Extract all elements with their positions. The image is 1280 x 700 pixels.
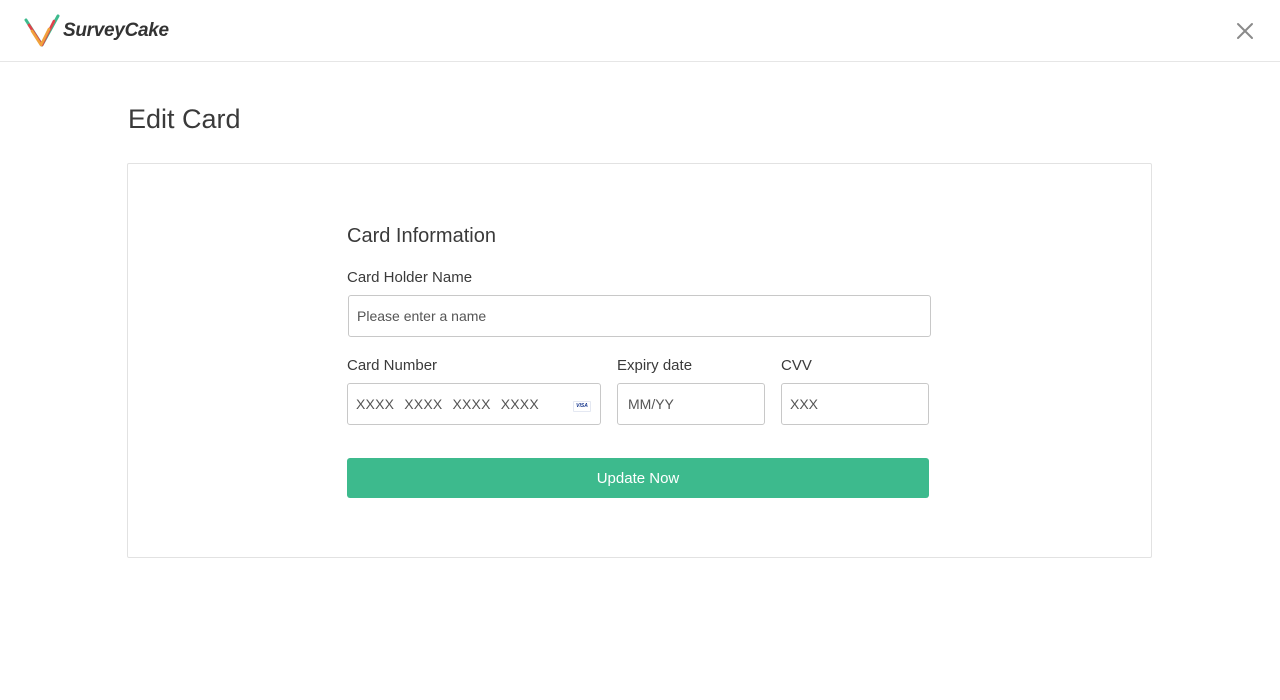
surveycake-logo[interactable]: SurveyCake <box>24 14 169 48</box>
logo-mark-icon <box>24 14 60 47</box>
cvv-input[interactable] <box>781 383 929 425</box>
brand-name: SurveyCake <box>63 20 169 41</box>
holder-name-input[interactable] <box>348 295 931 337</box>
section-title: Card Information <box>347 225 496 247</box>
expiry-input[interactable] <box>617 383 765 425</box>
cvv-label: CVV <box>781 357 812 374</box>
close-icon <box>1237 23 1253 39</box>
top-bar: SurveyCake <box>0 0 1280 62</box>
card-number-input[interactable] <box>347 383 601 425</box>
page-title: Edit Card <box>128 104 241 134</box>
close-button[interactable] <box>1236 22 1254 40</box>
update-now-button[interactable]: Update Now <box>347 458 929 498</box>
holder-name-label: Card Holder Name <box>347 269 473 286</box>
visa-icon: VISA <box>573 401 591 412</box>
card-number-label: Card Number <box>347 357 438 374</box>
expiry-label: Expiry date <box>617 357 693 374</box>
